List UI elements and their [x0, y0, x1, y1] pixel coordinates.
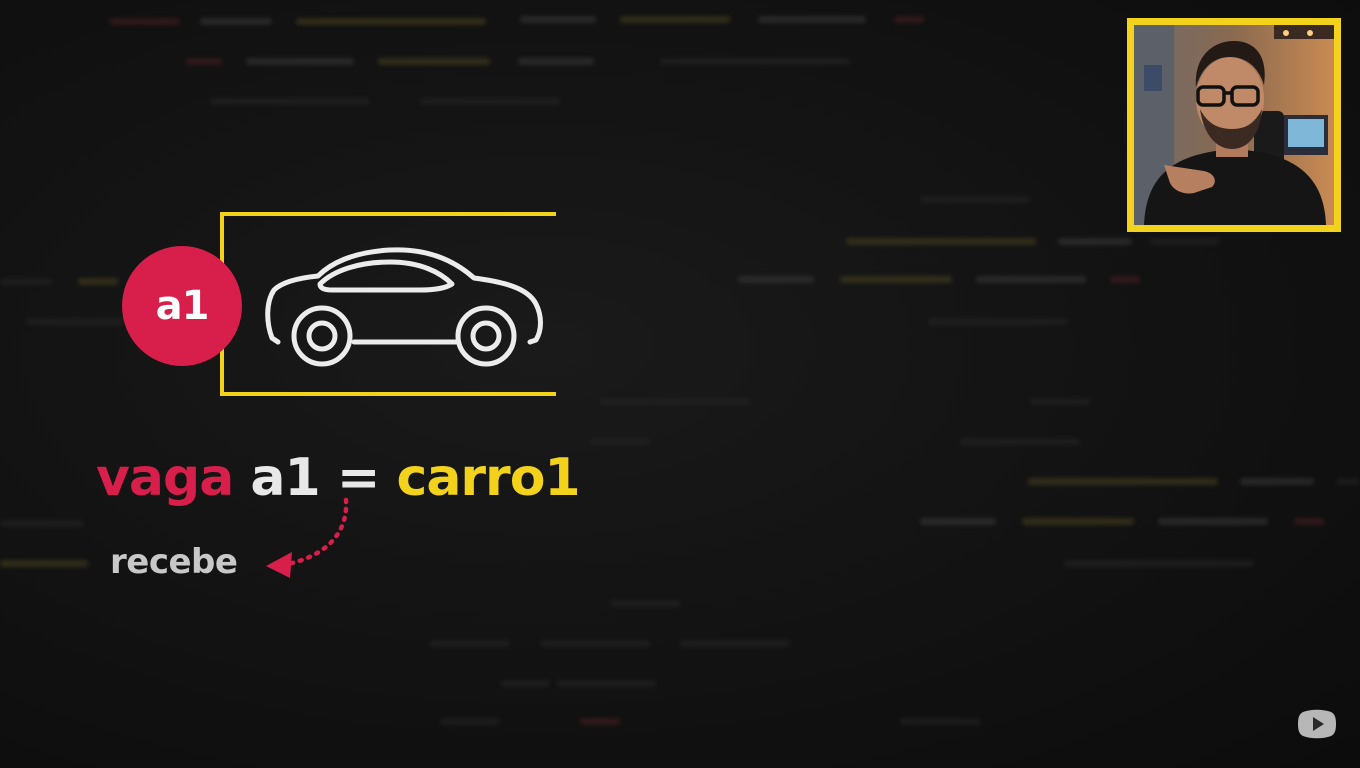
- annotation-label: recebe: [110, 542, 238, 582]
- expression-value: carro1: [396, 448, 581, 508]
- slot-badge-label: a1: [155, 283, 210, 329]
- presenter-webcam: [1127, 18, 1341, 232]
- video-frame: a1 vaga a1 = carro1 recebe: [0, 0, 1360, 768]
- presenter-avatar: [1134, 25, 1334, 225]
- slot-badge: a1: [122, 246, 242, 366]
- car-icon: [265, 247, 543, 367]
- expression-keyword: vaga: [96, 448, 234, 508]
- dotted-curved-arrow-icon: [266, 497, 349, 578]
- play-button-icon[interactable]: [1297, 708, 1337, 740]
